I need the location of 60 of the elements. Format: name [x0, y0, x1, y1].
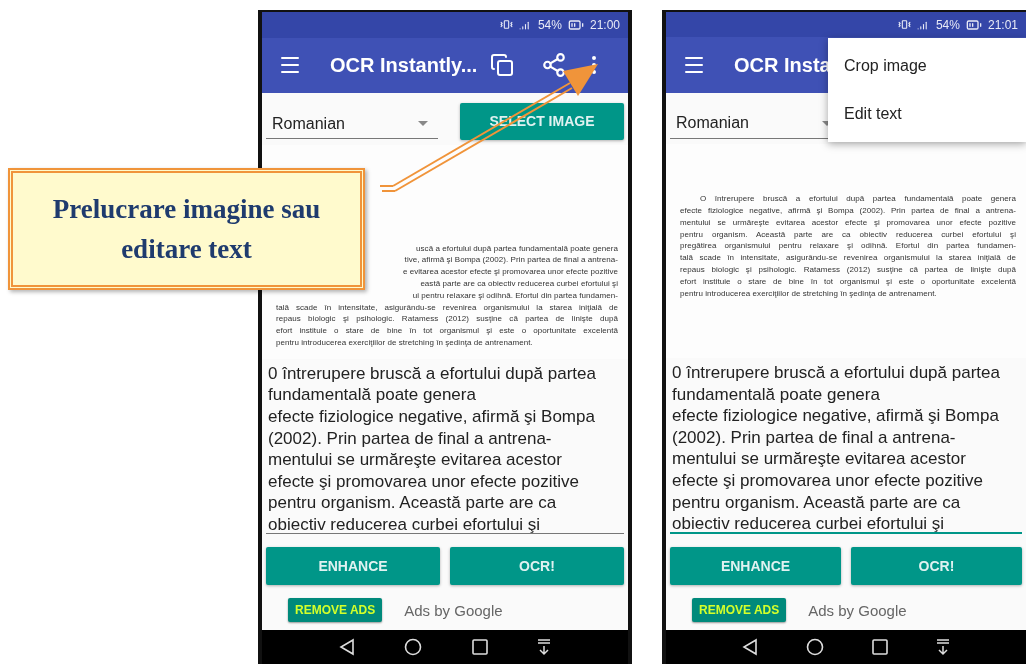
- scanned-text-line: pentru introducerea exerciţiilor de stretching în şedinţa de antrenament.: [276, 336, 534, 349]
- ads-label: Ads by Google: [404, 601, 503, 619]
- remove-ads-button[interactable]: REMOVE ADS: [692, 598, 787, 623]
- scanned-text-line: pentru introducerea exerciţiilor de stretching în şedinţa de antrenament.: [680, 287, 938, 300]
- app-title: OCR Instantly...: [330, 54, 478, 77]
- scanned-text-line: O întrerupere bruscă a efortului după partea fundamentală poate genera: [699, 193, 1016, 205]
- callout-text: Prelucrare imagine sau editare text: [51, 193, 322, 266]
- back-icon[interactable]: [742, 638, 758, 656]
- enhance-button[interactable]: ENHANCE: [670, 546, 841, 585]
- scanned-text-line: ui pentru relaxare şi odihnă. Efortul din partea fundamen-: [411, 289, 618, 302]
- ocr-button[interactable]: OCR!: [450, 546, 624, 585]
- battery-percent: 54%: [935, 17, 960, 32]
- enhance-button[interactable]: ENHANCE: [266, 546, 440, 585]
- scanned-text-line: mentului se urmăreşte evitarea acestor efecte şi promovarea unor efecte pozitive: [680, 216, 1016, 229]
- scanned-text-line: pentru organism. Această parte are ca obiectiv reducerea curbei efortului şi: [680, 228, 1016, 241]
- status-time: 21:00: [589, 17, 620, 32]
- text-line: (2002). Prin partea de final a antrena-: [268, 427, 553, 450]
- text-line: pentru organism. Această parte are ca: [268, 492, 558, 514]
- text-line: mentului se urmăreşte evitarea acestor: [268, 449, 563, 471]
- scanned-text-line: tive, afirmă şi Bompa (2002). Prin partea de final a antrena-: [403, 254, 618, 267]
- text-line: efecte fiziologice negative, afirmă şi Bompa: [672, 405, 1000, 427]
- vibrate-icon: [499, 18, 513, 32]
- remove-ads-button[interactable]: REMOVE ADS: [288, 598, 383, 623]
- scanned-text-line: e evitarea acestor efecte şi promovarea unor efecte pozitive: [401, 266, 618, 278]
- notifications-down-icon[interactable]: [936, 638, 950, 656]
- text-line: fundamentală poate genera: [672, 383, 881, 406]
- scanned-text-line: eastă parte are ca obiectiv reducerea curbei efortului şi: [419, 277, 618, 290]
- back-icon[interactable]: [338, 638, 355, 656]
- text-line: obiectiv reducerea curbei efortului şi: [268, 513, 542, 533]
- scanned-text-line: efecte fiziologice negative, afirmă şi Bompa (2002). Prin partea de final a antrena-: [680, 204, 1016, 217]
- recents-icon[interactable]: [471, 639, 488, 655]
- recents-icon[interactable]: [872, 639, 888, 655]
- text-line: 0 întrerupere bruscă a efortului după partea: [268, 362, 597, 385]
- home-icon[interactable]: [404, 638, 423, 656]
- vibrate-icon: [897, 18, 911, 32]
- ocr-button[interactable]: OCR!: [851, 546, 1022, 585]
- text-line: efecte şi promovarea unor efecte pozitive: [268, 470, 580, 493]
- scanned-text-line: efort instituie o stare de bine în tot organismul şi este o oportunitate excelentă: [680, 275, 1016, 288]
- scanned-text-line: repaus biologic şi psihologic. Ratamess (2012) susţine că partea de linişte după: [276, 313, 618, 326]
- scanned-text-line: repaus biologic şi psihologic. Ratamess (2012) susţine că partea de linişte după: [680, 263, 1016, 276]
- text-line: (2002). Prin partea de final a antrena-: [672, 426, 957, 449]
- notifications-down-icon[interactable]: [537, 638, 552, 656]
- caret-icon: [418, 121, 428, 127]
- scanned-text-line: uscă a efortului după partea fundamentală poate genera: [415, 242, 618, 255]
- scanned-text-line: pregătirea organismului pentru relaxare şi odihnă. Efortul din partea fundamen-: [680, 240, 1016, 253]
- battery-percent: 54%: [537, 17, 562, 32]
- home-icon[interactable]: [806, 638, 824, 656]
- text-line: pentru organism. Această parte are ca: [672, 491, 962, 514]
- text-line: efecte fiziologice negative, afirmă şi Bompa: [268, 405, 596, 428]
- text-line: efecte şi promovarea unor efecte pozitive: [672, 470, 984, 492]
- text-line: fundamentală poate genera: [268, 384, 477, 406]
- menu-item[interactable]: Crop image: [828, 42, 1026, 90]
- scanned-text-line: efort instituie o stare de bine în tot organismul şi este o oportunitate excelentă: [276, 325, 618, 337]
- text-line: mentului se urmăreşte evitarea acestor: [672, 448, 967, 471]
- scanned-text-line: tală scade în intensitate, asigurându-se revenirea organismului la starea iniţială de: [680, 252, 1016, 264]
- ads-label: Ads by Google: [808, 601, 907, 619]
- language-dropdown[interactable]: Romanian: [266, 109, 438, 140]
- text-line: 0 întrerupere bruscă a efortului după partea: [672, 362, 1001, 384]
- status-time: 21:01: [987, 17, 1018, 32]
- scanned-text-line: tală scade în intensitate, asigurându-se revenirea organismului la starea iniţială de: [276, 301, 618, 314]
